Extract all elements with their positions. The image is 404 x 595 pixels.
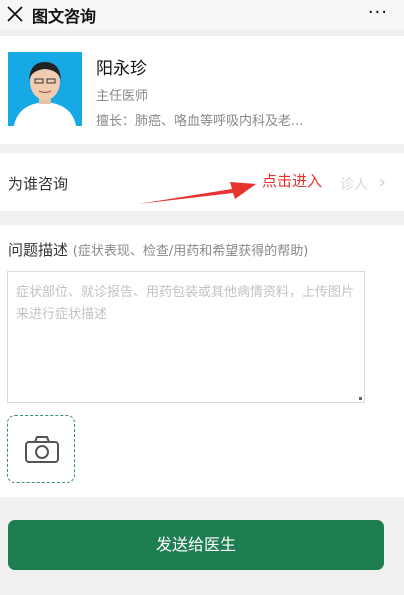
send-to-doctor-button[interactable]: 发送给医生 [8,520,384,570]
doctor-avatar [8,52,82,126]
annotation-label: 点击进入 [262,172,323,190]
problem-section: 问题描述 (症状表现、检查/用药和希望获得的帮助) 症状部位、就诊报告、用药包装… [0,225,404,497]
problem-textarea[interactable]: 症状部位、就诊报告、用药包装或其他病情资料，上传图片来进行症状描述 [7,271,365,403]
doctor-card: 阳永珍 主任医师 擅长：肺癌、咯血等呼吸内科及老... [0,36,404,144]
camera-icon [25,436,59,463]
doctor-title: 主任医师 [96,89,149,104]
problem-heading: 问题描述 (症状表现、检查/用药和希望获得的帮助) [8,239,308,260]
problem-title: 问题描述 [8,241,69,259]
upload-photo-button[interactable] [7,415,75,483]
consult-for-label: 为谁咨询 [8,175,69,193]
doctor-name: 阳永珍 [96,59,147,79]
consult-for-row[interactable]: 为谁咨询 诊人 › [0,153,404,211]
doctor-specialty: 擅长：肺癌、咯血等呼吸内科及老... [96,114,304,129]
chevron-right-icon: › [378,172,386,193]
consult-for-value: 诊人 [340,177,368,193]
resize-handle[interactable] [359,397,362,400]
problem-placeholder: 症状部位、就诊报告、用药包装或其他病情资料，上传图片来进行症状描述 [16,285,355,322]
close-icon[interactable] [4,3,26,25]
problem-hint: (症状表现、检查/用药和希望获得的帮助) [72,244,309,259]
more-icon[interactable]: ··· [368,2,388,23]
top-bar: 图文咨询 ··· [0,0,404,30]
page-title: 图文咨询 [32,7,97,26]
